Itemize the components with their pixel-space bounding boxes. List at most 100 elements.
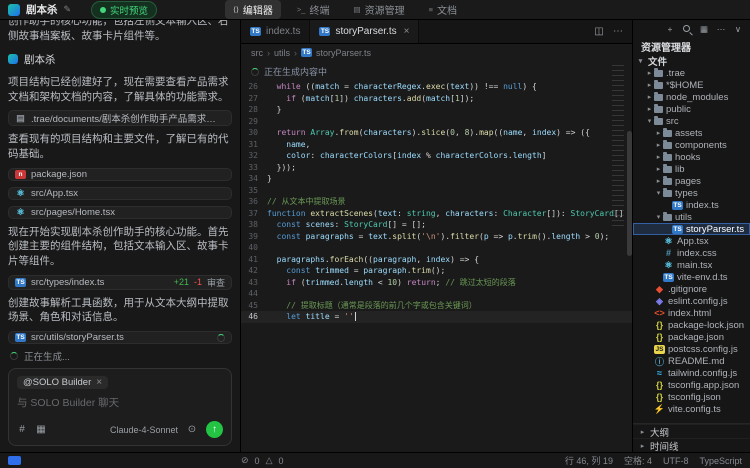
tree-item-src[interactable]: ▾src	[633, 115, 750, 127]
tree-item-components[interactable]: ▸components	[633, 139, 750, 151]
more-icon[interactable]: ⋯	[613, 26, 623, 37]
tree-item-assets[interactable]: ▸assets	[633, 127, 750, 139]
tree-item-index.ts[interactable]: TSindex.ts	[633, 199, 750, 211]
layout-icon[interactable]: ▦	[699, 24, 709, 35]
file-chip[interactable]: ⚛src/App.tsx	[8, 187, 232, 200]
tree-item-tailwind.config.js[interactable]: ≈tailwind.config.js	[633, 367, 750, 379]
code-line[interactable]: 29	[241, 116, 632, 128]
review-button[interactable]: 审查	[207, 276, 225, 289]
workspace-indicator[interactable]	[8, 456, 21, 465]
code-line[interactable]: 37function extractScenes(text: string, c…	[241, 208, 632, 220]
editor-tab-index.ts[interactable]: TSindex.ts	[241, 20, 310, 43]
tree-item-tsconfig.app.json[interactable]: {}tsconfig.app.json	[633, 379, 750, 391]
indentation[interactable]: 空格: 4	[624, 454, 652, 467]
tree-item-tsconfig.json[interactable]: {}tsconfig.json	[633, 391, 750, 403]
edit-title-icon[interactable]: ✎	[64, 4, 72, 15]
code-line[interactable]: 36// 从文本中提取场景	[241, 196, 632, 208]
file-chip[interactable]: TSsrc/types/index.ts+21-1审查	[8, 275, 232, 290]
code-line[interactable]: 31 name,	[241, 139, 632, 151]
breadcrumb-item[interactable]: utils	[274, 48, 290, 58]
collapse-icon[interactable]: ∨	[733, 24, 743, 35]
code-line[interactable]: 33 }));	[241, 162, 632, 174]
remove-mention-icon[interactable]: ×	[96, 377, 102, 388]
tree-item-App.tsx[interactable]: ⚛App.tsx	[633, 235, 750, 247]
code-line[interactable]: 43 if (trimmed.length < 10) return; // 跳…	[241, 277, 632, 289]
tree-item-package.json[interactable]: {}package.json	[633, 331, 750, 343]
chat-section-header[interactable]: 剧本杀	[8, 50, 232, 69]
code-line[interactable]: 42 const trimmed = paragraph.trim();	[241, 265, 632, 277]
problems-indicator[interactable]: ⊘0 △0	[241, 455, 284, 466]
app-logo[interactable]	[8, 4, 20, 16]
more-icon[interactable]: ⋯	[716, 24, 726, 35]
code-line[interactable]: 39 const paragraphs = text.split('\n').f…	[241, 231, 632, 243]
context-icon[interactable]: #	[17, 424, 27, 435]
top-tab-编辑器[interactable]: ⟨⟩编辑器	[225, 0, 281, 19]
tree-item-vite-env.d.ts[interactable]: TSvite-env.d.ts	[633, 271, 750, 283]
code-line[interactable]: 35	[241, 185, 632, 197]
code-editor[interactable]: 26 while ((match = characterRegex.exec(t…	[241, 81, 632, 323]
tree-item-public[interactable]: ▸public	[633, 103, 750, 115]
code-line[interactable]: 41 paragraphs.forEach((paragraph, index)…	[241, 254, 632, 266]
code-line[interactable]: 46 let title = ''	[241, 311, 632, 323]
tree-item-storyParser.ts[interactable]: TSstoryParser.ts	[633, 223, 750, 235]
tree-item-vite.config.ts[interactable]: ⚡vite.config.ts	[633, 403, 750, 415]
file-chip[interactable]: npackage.json	[8, 168, 232, 181]
code-line[interactable]: 40	[241, 242, 632, 254]
scrollbar-thumb[interactable]	[627, 131, 632, 256]
split-editor-icon[interactable]: ◫	[594, 26, 604, 37]
tree-item-.trae[interactable]: ▸.trae	[633, 67, 750, 79]
code-line[interactable]: 34}	[241, 173, 632, 185]
chat-history[interactable]: nvm install --lts⧉node安装完成，现在安装项目依赖。剧本杀终…	[0, 20, 240, 346]
file-chip[interactable]: ▤.trae/documents/剧本杀创作助手产品需求文档.md	[8, 110, 232, 126]
close-icon[interactable]: ×	[404, 26, 410, 37]
encoding[interactable]: UTF-8	[663, 456, 689, 466]
tree-item-hooks[interactable]: ▸hooks	[633, 151, 750, 163]
top-tab-终端[interactable]: >_终端	[289, 0, 338, 19]
breadcrumb-item[interactable]: storyParser.ts	[316, 48, 371, 58]
live-preview-button[interactable]: 实时预览	[91, 1, 157, 19]
chat-input-box[interactable]: @SOLO Builder × 与 SOLO Builder 聊天 # ▦ Cla…	[8, 368, 232, 446]
cursor-position[interactable]: 行 46, 列 19	[565, 454, 613, 467]
top-tab-资源管理[interactable]: ▤资源管理	[345, 0, 412, 19]
code-line[interactable]: 38 const scenes: StoryCard[] = [];	[241, 219, 632, 231]
minimap[interactable]	[612, 65, 624, 230]
editor-tab-storyParser.ts[interactable]: TSstoryParser.ts×	[310, 20, 419, 43]
code-line[interactable]: 26 while ((match = characterRegex.exec(t…	[241, 81, 632, 93]
code-line[interactable]: 44	[241, 288, 632, 300]
new-file-icon[interactable]: +	[665, 24, 675, 34]
image-icon[interactable]: ▦	[36, 424, 46, 435]
tree-item-index.html[interactable]: <>index.html	[633, 307, 750, 319]
tree-item-main.tsx[interactable]: ⚛main.tsx	[633, 259, 750, 271]
tree-item-utils[interactable]: ▾utils	[633, 211, 750, 223]
solo-builder-chip[interactable]: @SOLO Builder ×	[17, 376, 108, 389]
tree-item-*$HOME[interactable]: ▸*$HOME	[633, 79, 750, 91]
file-tree[interactable]: ▾文件▸.trae▸*$HOME▸node_modules▸public▾src…	[633, 54, 750, 423]
model-selector[interactable]: Claude-4-Sonnet	[110, 425, 178, 435]
code-line[interactable]: 27 if (match[1]) characters.add(match[1]…	[241, 93, 632, 105]
top-tab-文档[interactable]: ≡文档	[421, 0, 465, 19]
search-icon[interactable]	[682, 24, 692, 34]
tree-item-.gitignore[interactable]: ◆.gitignore	[633, 283, 750, 295]
send-button[interactable]: ↑	[206, 421, 223, 438]
chat-input-placeholder[interactable]: 与 SOLO Builder 聊天	[17, 395, 223, 410]
tree-item-lib[interactable]: ▸lib	[633, 163, 750, 175]
tree-item-package-lock.json[interactable]: {}package-lock.json	[633, 319, 750, 331]
tree-item-pages[interactable]: ▸pages	[633, 175, 750, 187]
tree-item-eslint.config.js[interactable]: ◈eslint.config.js	[633, 295, 750, 307]
voice-icon[interactable]: ⊙	[187, 424, 197, 435]
file-chip[interactable]: ⚛src/pages/Home.tsx	[8, 206, 232, 219]
timeline-section[interactable]: ▸ 时间线	[633, 438, 750, 452]
tree-item-node_modules[interactable]: ▸node_modules	[633, 91, 750, 103]
editor-scrollbar[interactable]	[627, 61, 632, 452]
code-line[interactable]: 28 }	[241, 104, 632, 116]
breadcrumb-item[interactable]: src	[251, 48, 263, 58]
tree-item-index.css[interactable]: #index.css	[633, 247, 750, 259]
code-area[interactable]: 正在生成内容中 26 while ((match = characterRege…	[241, 61, 632, 452]
tree-item-types[interactable]: ▾types	[633, 187, 750, 199]
language-mode[interactable]: TypeScript	[699, 456, 742, 466]
tree-section-文件[interactable]: ▾文件	[633, 55, 750, 67]
tree-item-postcss.config.js[interactable]: JSpostcss.config.js	[633, 343, 750, 355]
tree-item-README.md[interactable]: ⓘREADME.md	[633, 355, 750, 367]
code-line[interactable]: 30 return Array.from(characters).slice(0…	[241, 127, 632, 139]
outline-section[interactable]: ▸ 大纲	[633, 424, 750, 438]
